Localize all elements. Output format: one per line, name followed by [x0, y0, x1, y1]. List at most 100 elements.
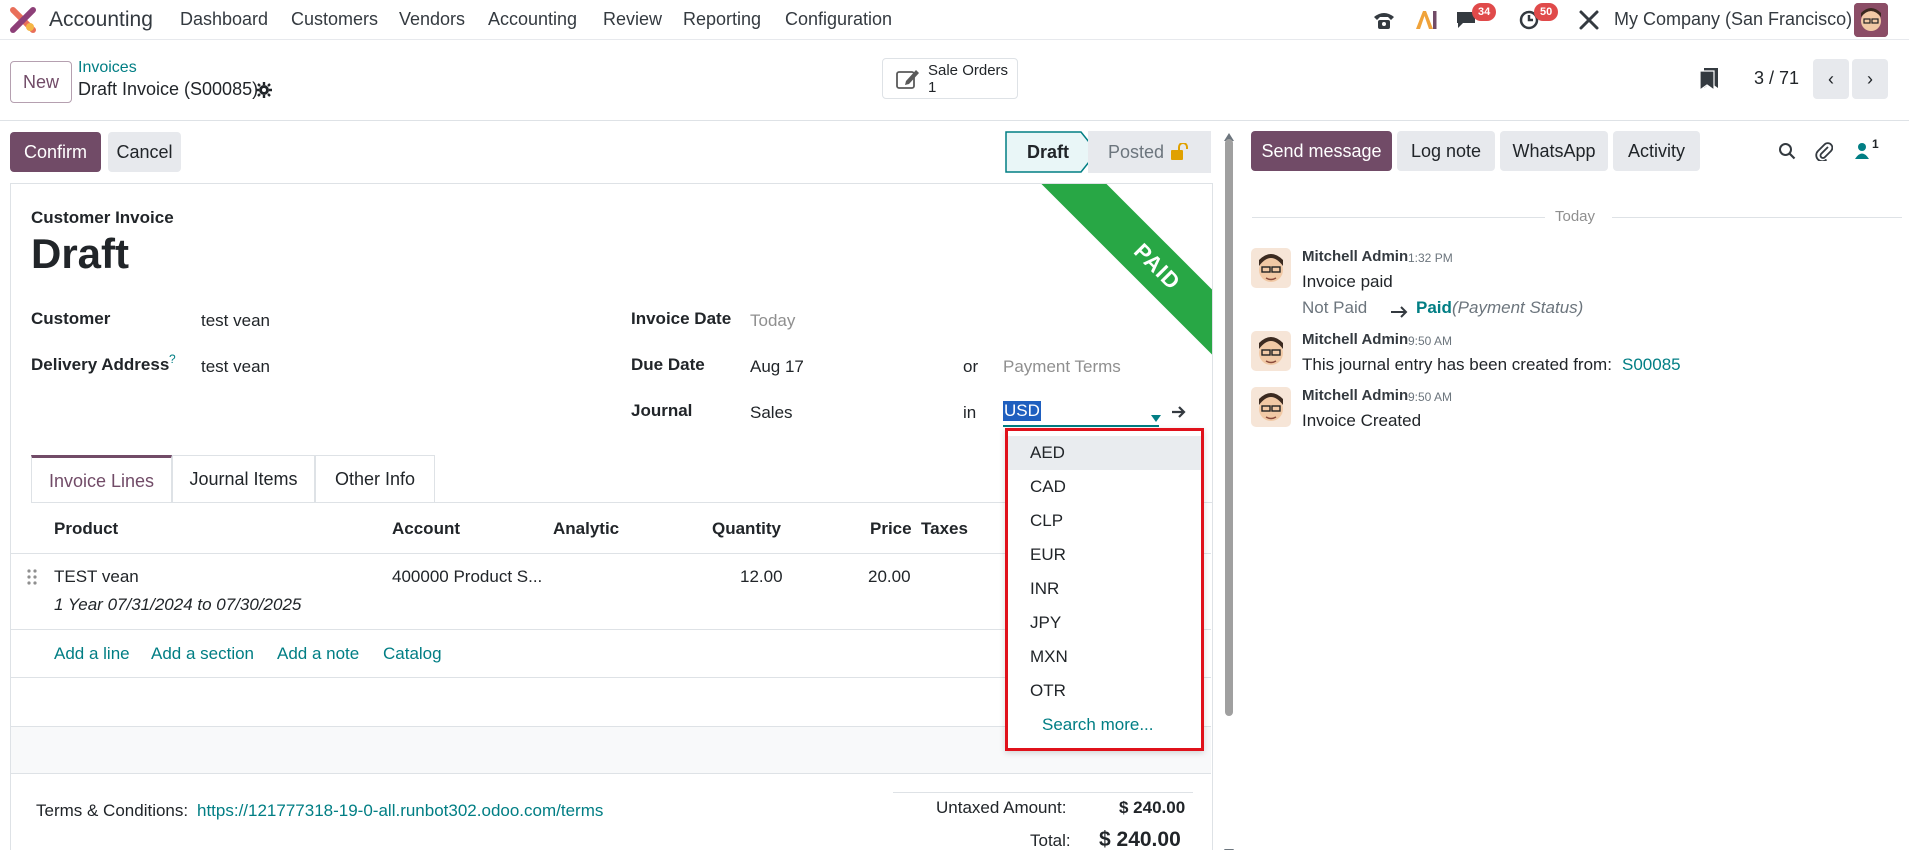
payment-terms-field[interactable]: Payment Terms: [1003, 357, 1121, 377]
tracking-old-value: Not Paid: [1302, 298, 1368, 317]
ai-icon[interactable]: [1414, 8, 1438, 37]
message-record-link[interactable]: S00085: [1622, 355, 1681, 375]
drag-handle-icon[interactable]: [27, 569, 37, 590]
delivery-address-field[interactable]: test vean: [201, 357, 270, 377]
tracking-new-value: Paid: [1416, 298, 1452, 317]
cancel-button[interactable]: Cancel: [108, 132, 181, 172]
customer-field[interactable]: test vean: [201, 311, 270, 331]
currency-option-jpy[interactable]: JPY: [1008, 606, 1201, 640]
column-header-price[interactable]: Price: [870, 519, 912, 539]
line-quantity[interactable]: 12.00: [740, 567, 783, 587]
menu-reporting[interactable]: Reporting: [683, 9, 761, 30]
help-tooltip-icon[interactable]: ?: [169, 352, 176, 366]
menu-review[interactable]: Review: [603, 9, 662, 30]
stage-draft[interactable]: Draft: [1005, 131, 1098, 173]
phone-icon[interactable]: [1372, 9, 1396, 36]
catalog-link[interactable]: Catalog: [383, 644, 442, 664]
pager-value[interactable]: 3 / 71: [1754, 68, 1799, 89]
tab-invoice-lines[interactable]: Invoice Lines: [31, 455, 172, 502]
menu-customers[interactable]: Customers: [291, 9, 378, 30]
followers-count: 1: [1872, 137, 1879, 151]
currency-option-aed[interactable]: AED: [1008, 436, 1201, 470]
column-header-taxes[interactable]: Taxes: [921, 519, 968, 539]
message-author[interactable]: Mitchell Admin: [1302, 248, 1408, 265]
company-switcher[interactable]: My Company (San Francisco): [1614, 9, 1852, 30]
menu-accounting[interactable]: Accounting: [488, 9, 577, 30]
line-product[interactable]: TEST vean: [54, 567, 139, 587]
unlock-icon: [1170, 142, 1188, 165]
paperclip-icon[interactable]: [1815, 141, 1834, 166]
tab-journal-items-label: Journal Items: [189, 469, 298, 489]
new-button[interactable]: New: [10, 61, 72, 103]
column-header-quantity[interactable]: Quantity: [712, 519, 781, 539]
confirm-button[interactable]: Confirm: [10, 132, 101, 172]
add-section-link[interactable]: Add a section: [151, 644, 254, 664]
terms-link[interactable]: https://121777318-19-0-all.runbot302.odo…: [197, 801, 603, 821]
breadcrumb-invoices[interactable]: Invoices: [78, 59, 137, 77]
caret-down-icon[interactable]: [1151, 407, 1161, 427]
avatar[interactable]: [1251, 331, 1291, 371]
smart-button-label: Sale Orders: [928, 62, 1009, 79]
line-account[interactable]: 400000 Product S...: [392, 567, 542, 587]
column-header-account[interactable]: Account: [392, 519, 460, 539]
search-icon[interactable]: [1778, 142, 1796, 165]
pager-next-button[interactable]: ›: [1852, 59, 1888, 99]
invoice-date-field[interactable]: Today: [750, 311, 795, 331]
currency-option-mxn[interactable]: MXN: [1008, 640, 1201, 674]
message-author[interactable]: Mitchell Admin: [1302, 331, 1408, 348]
scroll-down-icon[interactable]: [1224, 842, 1234, 850]
tab-journal-items[interactable]: Journal Items: [172, 455, 315, 502]
activity-button[interactable]: Activity: [1613, 131, 1700, 171]
followers-icon[interactable]: [1854, 142, 1870, 165]
currency-option-otr[interactable]: OTR: [1008, 674, 1201, 708]
date-separator-line: [1612, 217, 1902, 218]
internal-link-arrow-icon[interactable]: [1171, 404, 1187, 424]
form-scrollbar[interactable]: [1223, 126, 1235, 850]
scrollbar-thumb[interactable]: [1225, 139, 1233, 716]
sale-orders-smart-button[interactable]: Sale Orders 1: [882, 58, 1018, 99]
message-body: This journal entry has been created from…: [1302, 355, 1612, 374]
pager-previous-button[interactable]: ‹: [1813, 59, 1849, 99]
add-line-link[interactable]: Add a line: [54, 644, 130, 664]
tools-icon[interactable]: [1578, 9, 1600, 36]
activities-badge: 50: [1534, 3, 1559, 21]
send-message-button[interactable]: Send message: [1251, 131, 1392, 171]
currency-option-cad[interactable]: CAD: [1008, 470, 1201, 504]
column-header-product[interactable]: Product: [54, 519, 118, 539]
currency-option-inr[interactable]: INR: [1008, 572, 1201, 606]
journal-field[interactable]: Sales: [750, 403, 793, 423]
currency-option-clp[interactable]: CLP: [1008, 504, 1201, 538]
currency-dropdown: AED CAD CLP EUR INR JPY MXN OTR Search m…: [1005, 428, 1204, 751]
line-description[interactable]: 1 Year 07/31/2024 to 07/30/2025: [54, 595, 301, 615]
add-note-link[interactable]: Add a note: [277, 644, 359, 664]
message-body: Invoice paid: [1302, 272, 1393, 291]
user-avatar[interactable]: [1854, 3, 1888, 37]
due-date-field[interactable]: Aug 17: [750, 357, 804, 377]
menu-vendors[interactable]: Vendors: [399, 9, 465, 30]
bookmark-icon[interactable]: [1699, 68, 1718, 95]
whatsapp-button[interactable]: WhatsApp: [1500, 131, 1608, 171]
total-label: Total:: [1030, 831, 1071, 850]
menu-configuration[interactable]: Configuration: [785, 9, 892, 30]
tab-invoice-lines-label: Invoice Lines: [48, 471, 155, 491]
record-title: Draft Invoice (S00085): [78, 79, 259, 99]
search-more-option[interactable]: Search more...: [1008, 708, 1201, 742]
log-note-button[interactable]: Log note: [1397, 131, 1495, 171]
total-value: $ 240.00: [1099, 828, 1181, 850]
column-header-analytic[interactable]: Analytic: [553, 519, 619, 539]
avatar[interactable]: [1251, 387, 1291, 427]
currency-input[interactable]: USD: [1003, 399, 1161, 427]
currency-option-eur[interactable]: EUR: [1008, 538, 1201, 572]
menu-dashboard[interactable]: Dashboard: [180, 9, 268, 30]
app-name[interactable]: Accounting: [49, 8, 153, 32]
gear-icon[interactable]: [256, 82, 272, 103]
stage-posted-label: Posted: [1108, 142, 1165, 162]
odoo-app-icon[interactable]: [10, 7, 36, 33]
tab-other-info[interactable]: Other Info: [315, 455, 435, 502]
tab-other-info-label: Other Info: [334, 469, 416, 489]
message-author[interactable]: Mitchell Admin: [1302, 387, 1408, 404]
message-time: 9:50 AM: [1408, 390, 1453, 404]
line-price[interactable]: 20.00: [868, 567, 911, 587]
avatar[interactable]: [1251, 248, 1291, 288]
stage-posted[interactable]: Posted: [1088, 131, 1211, 173]
